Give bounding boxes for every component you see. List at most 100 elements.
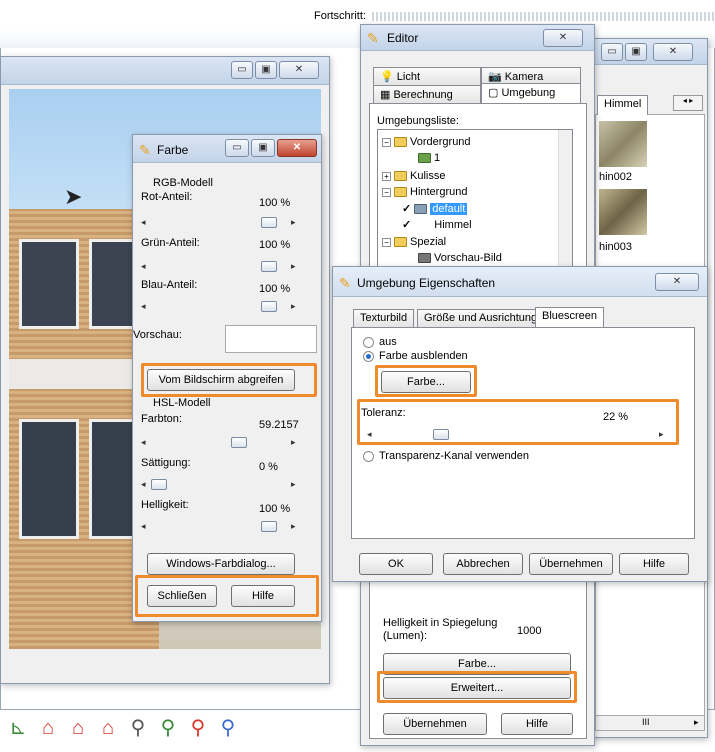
- rgb-label: RGB-Modell: [153, 177, 213, 189]
- help-button[interactable]: Hilfe: [231, 585, 295, 607]
- helligkeit-label: Helligkeit:: [141, 499, 189, 511]
- saettigung-slider[interactable]: ◂ ▸: [141, 477, 301, 493]
- radio-aus-label: aus: [379, 336, 397, 348]
- blau-label: Blau-Anteil:: [141, 279, 198, 291]
- tree-item-1[interactable]: 1: [418, 152, 440, 164]
- radio-transparenz[interactable]: [363, 451, 374, 462]
- grab-screen-button[interactable]: Vom Bildschirm abgreifen: [147, 369, 295, 391]
- tab-himmel[interactable]: Himmel: [597, 95, 649, 115]
- camera-icon: 📷: [488, 71, 502, 83]
- close-icon[interactable]: ✕: [655, 273, 699, 291]
- tree-label: Kulisse: [410, 170, 446, 182]
- scroll-thumb-mark: III: [642, 717, 650, 727]
- toleranz-slider[interactable]: ◂ ▸: [367, 427, 667, 443]
- helligkeit-value[interactable]: 1000: [517, 625, 541, 637]
- tab-bluescreen[interactable]: Bluescreen: [535, 307, 605, 327]
- gruen-slider[interactable]: ◂ ▸: [141, 259, 301, 275]
- props-title: Umgebung Eigenschaften: [357, 276, 496, 290]
- helligkeit-label: Helligkeit in Spiegelung (Lumen):: [383, 617, 498, 642]
- tab-licht[interactable]: 💡 Licht: [373, 67, 481, 85]
- list-label: Umgebungsliste:: [377, 115, 459, 127]
- toleranz-value[interactable]: 22 %: [603, 411, 628, 423]
- tree-item-default[interactable]: ✓ default: [402, 202, 468, 215]
- home-up-icon[interactable]: ⌂: [66, 716, 90, 740]
- close-icon[interactable]: ✕: [653, 43, 693, 61]
- tab-scroll-arrows[interactable]: ◂ ▸: [673, 95, 703, 111]
- farbton-value[interactable]: 59.2157: [259, 419, 299, 431]
- tree-item-spezial[interactable]: − Spezial: [382, 236, 446, 248]
- tree-item-kulisse[interactable]: + Kulisse: [382, 170, 445, 182]
- thumb-image[interactable]: [599, 189, 647, 235]
- helligkeit-slider[interactable]: ◂ ▸: [141, 519, 301, 535]
- windows-dialog-button[interactable]: Windows-Farbdialog...: [147, 553, 295, 575]
- radio-farbe-label: Farbe ausblenden: [379, 350, 468, 362]
- farbe-button[interactable]: Farbe...: [383, 653, 571, 675]
- thumbs-hscroll[interactable]: III ▸: [595, 715, 705, 731]
- tab-label: Umgebung: [501, 87, 556, 99]
- saettigung-label: Sättigung:: [141, 457, 191, 469]
- tab-groesse[interactable]: Größe und Ausrichtung: [417, 309, 545, 327]
- thumb-image[interactable]: [599, 121, 647, 167]
- hilfe-button[interactable]: Hilfe: [501, 713, 573, 735]
- axis-tool-icon[interactable]: ⊾: [6, 716, 30, 740]
- folder-icon: [394, 187, 407, 198]
- maximize-icon[interactable]: ▣: [625, 43, 647, 61]
- rot-value[interactable]: 100 %: [259, 197, 290, 209]
- close-icon[interactable]: ✕: [277, 139, 317, 157]
- scroll-right-icon[interactable]: ▸: [694, 717, 699, 728]
- zoom-area-icon[interactable]: ⚲: [126, 716, 150, 740]
- zoom-fit-icon[interactable]: ⚲: [216, 716, 240, 740]
- maximize-icon[interactable]: ▣: [255, 61, 277, 79]
- tree-item-hintergrund[interactable]: − Hintergrund: [382, 186, 467, 198]
- folder-icon: [394, 137, 407, 148]
- farbton-slider[interactable]: ◂ ▸: [141, 435, 301, 451]
- radio-aus[interactable]: [363, 337, 374, 348]
- erweitert-button[interactable]: Erweitert...: [383, 677, 571, 699]
- home-check-icon[interactable]: ⌂: [96, 716, 120, 740]
- maximize-icon[interactable]: ▣: [251, 139, 275, 157]
- building-window: [19, 239, 79, 329]
- tree-item-vordergrund[interactable]: − Vordergrund: [382, 136, 471, 148]
- hsl-label: HSL-Modell: [153, 397, 211, 409]
- tree-item-himmel[interactable]: ✓ Himmel: [402, 218, 472, 231]
- close-icon[interactable]: ✕: [543, 29, 583, 47]
- saettigung-value[interactable]: 0 %: [259, 461, 278, 473]
- building-window: [19, 419, 79, 539]
- home-remove-icon[interactable]: ⌂: [36, 716, 60, 740]
- helligkeit-value[interactable]: 100 %: [259, 503, 290, 515]
- app-icon: ✎: [367, 30, 379, 46]
- uebernehmen-button[interactable]: Übernehmen: [529, 553, 613, 575]
- close-button[interactable]: Schließen: [147, 585, 217, 607]
- bulb-icon: 💡: [380, 71, 394, 83]
- toleranz-label: Toleranz:: [361, 407, 406, 419]
- close-icon[interactable]: ✕: [279, 61, 319, 79]
- minimize-icon[interactable]: ▭: [231, 61, 253, 79]
- zoom-out-icon[interactable]: ⚲: [186, 716, 210, 740]
- zoom-in-icon[interactable]: ⚲: [156, 716, 180, 740]
- minimize-icon[interactable]: ▭: [601, 43, 623, 61]
- image-icon: [418, 153, 431, 164]
- blau-value[interactable]: 100 %: [259, 283, 290, 295]
- hilfe-button[interactable]: Hilfe: [619, 553, 689, 575]
- app-icon: ✎: [139, 142, 151, 158]
- tab-texturbild[interactable]: Texturbild: [353, 309, 415, 327]
- minimize-icon[interactable]: ▭: [225, 139, 249, 157]
- tree-item-vorschau[interactable]: Vorschau-Bild: [418, 252, 502, 264]
- image-icon: [414, 204, 428, 215]
- farbe-title: Farbe: [157, 143, 189, 157]
- transparenz-label: Transparenz-Kanal verwenden: [379, 450, 530, 462]
- environment-tree[interactable]: − Vordergrund 1 + Kulisse − Hintergrund ✓ d…: [377, 129, 573, 269]
- ok-button[interactable]: OK: [359, 553, 433, 575]
- rot-slider[interactable]: ◂ ▸: [141, 215, 301, 231]
- radio-farbe-ausblenden[interactable]: [363, 351, 374, 362]
- abbrechen-button[interactable]: Abbrechen: [443, 553, 523, 575]
- environment-icon: ▢: [488, 87, 499, 99]
- tree-scrollbar[interactable]: [558, 130, 572, 268]
- tab-umgebung[interactable]: ▢ Umgebung: [481, 83, 581, 103]
- gruen-value[interactable]: 100 %: [259, 239, 290, 251]
- blau-slider[interactable]: ◂ ▸: [141, 299, 301, 315]
- farbton-label: Farbton:: [141, 413, 182, 425]
- uebernehmen-button[interactable]: Übernehmen: [383, 713, 487, 735]
- tab-berechnung[interactable]: ▦ Berechnung: [373, 85, 481, 103]
- props-farbe-button[interactable]: Farbe...: [381, 371, 471, 393]
